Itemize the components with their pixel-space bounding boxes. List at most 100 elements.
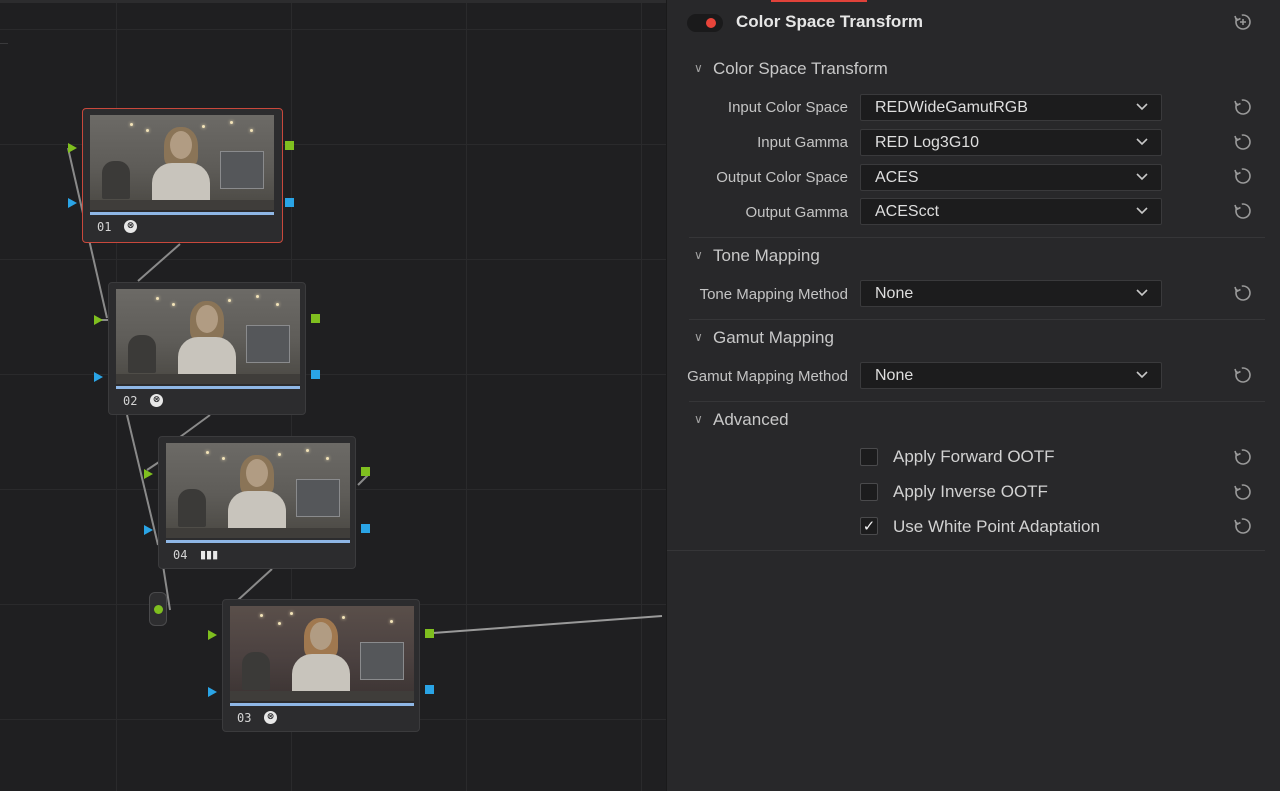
input-color-space-dropdown[interactable]: REDWideGamutRGB xyxy=(860,94,1162,121)
wire-01-02-b xyxy=(137,243,181,282)
section-advanced[interactable]: ∨ Advanced xyxy=(694,410,789,430)
node-progress-bar xyxy=(230,703,414,706)
divider xyxy=(667,550,1265,551)
chevron-down-icon: ∨ xyxy=(694,412,703,426)
node-04-input-key[interactable] xyxy=(144,525,153,535)
wire-02-mixer xyxy=(126,414,159,546)
input-color-space-label: Input Color Space xyxy=(727,99,848,116)
node-thumbnail xyxy=(90,115,274,210)
divider xyxy=(689,237,1265,238)
mixer-node[interactable] xyxy=(149,592,167,626)
reset-all-icon[interactable] xyxy=(1233,12,1253,32)
node-03-output-rgb[interactable] xyxy=(425,629,434,638)
chevron-down-icon xyxy=(1136,289,1148,297)
input-gamma-dropdown[interactable]: RED Log3G10 xyxy=(860,129,1162,156)
node-02[interactable]: 02 ⊗ xyxy=(108,282,306,415)
chevron-down-icon: ∨ xyxy=(694,330,703,344)
aces-icon: ⊗ xyxy=(124,220,137,233)
node-progress-bar xyxy=(90,212,274,215)
node-03[interactable]: 03 ⊗ xyxy=(222,599,420,732)
node-04-input-rgb[interactable] xyxy=(144,469,153,479)
node-thumbnail xyxy=(166,443,350,538)
node-01-input-rgb[interactable] xyxy=(68,143,77,153)
reset-icon[interactable] xyxy=(1233,283,1253,303)
dropdown-value: ACES xyxy=(875,169,919,186)
node-label: 03 xyxy=(237,711,252,725)
active-tab-indicator xyxy=(771,0,867,2)
effect-enable-toggle[interactable] xyxy=(687,14,723,32)
dropdown-value: ACEScct xyxy=(875,203,940,220)
use-white-point-adaptation-label: Use White Point Adaptation xyxy=(893,517,1100,536)
node-thumbnail xyxy=(230,606,414,701)
output-color-space-dropdown[interactable]: ACES xyxy=(860,164,1162,191)
node-01-output-key[interactable] xyxy=(285,198,294,207)
reset-icon[interactable] xyxy=(1233,447,1253,467)
reset-icon[interactable] xyxy=(1233,201,1253,221)
apply-inverse-ootf-label: Apply Inverse OOTF xyxy=(893,482,1048,501)
chevron-down-icon xyxy=(1136,173,1148,181)
apply-inverse-ootf-checkbox[interactable] xyxy=(860,483,878,501)
node-progress-bar xyxy=(166,540,350,543)
node-02-output-key[interactable] xyxy=(311,370,320,379)
use-white-point-adaptation-checkbox[interactable]: ✓ xyxy=(860,517,878,535)
section-label: Color Space Transform xyxy=(713,59,888,78)
dropdown-value: RED Log3G10 xyxy=(875,134,980,151)
chevron-down-icon xyxy=(1136,207,1148,215)
node-01[interactable]: 01 ⊗ xyxy=(82,108,283,243)
node-progress-bar xyxy=(116,386,300,389)
color-space-transform-panel: Color Space Transform ∨ Color Space Trans… xyxy=(666,0,1280,791)
reset-icon[interactable] xyxy=(1233,482,1253,502)
node-label: 04 xyxy=(173,548,188,562)
chevron-down-icon xyxy=(1136,371,1148,379)
node-03-input-key[interactable] xyxy=(208,687,217,697)
node-02-input-key[interactable] xyxy=(94,372,103,382)
gamut-mapping-method-dropdown[interactable]: None xyxy=(860,362,1162,389)
aces-icon: ⊗ xyxy=(150,394,163,407)
tone-mapping-method-label: Tone Mapping Method xyxy=(699,286,848,303)
tone-mapping-method-dropdown[interactable]: None xyxy=(860,280,1162,307)
dropdown-value: None xyxy=(875,367,914,384)
node-label: 01 xyxy=(97,220,112,234)
section-label: Gamut Mapping xyxy=(713,328,834,347)
node-01-output-rgb[interactable] xyxy=(285,141,294,150)
dropdown-value: None xyxy=(875,285,914,302)
toggle-dot xyxy=(706,18,716,28)
node-04-output-rgb[interactable] xyxy=(361,467,370,476)
chevron-down-icon xyxy=(1136,103,1148,111)
wire-03-output xyxy=(432,615,663,634)
reset-icon[interactable] xyxy=(1233,365,1253,385)
node-label: 02 xyxy=(123,394,138,408)
node-02-input-rgb[interactable] xyxy=(94,315,103,325)
aces-icon: ⊗ xyxy=(264,711,277,724)
reset-icon[interactable] xyxy=(1233,97,1253,117)
output-gamma-label: Output Gamma xyxy=(745,204,848,221)
divider xyxy=(689,401,1265,402)
section-color-space-transform[interactable]: ∨ Color Space Transform xyxy=(694,59,888,79)
mixer-input-dot[interactable] xyxy=(154,605,163,614)
output-color-space-label: Output Color Space xyxy=(716,169,848,186)
apply-forward-ootf-checkbox[interactable] xyxy=(860,448,878,466)
section-gamut-mapping[interactable]: ∨ Gamut Mapping xyxy=(694,328,834,348)
input-gamma-label: Input Gamma xyxy=(757,134,848,151)
wire-04-out xyxy=(357,474,369,486)
panel-title: Color Space Transform xyxy=(736,12,924,31)
bars-icon: ▮▮▮ xyxy=(200,548,219,561)
section-label: Advanced xyxy=(713,410,789,429)
node-02-output-rgb[interactable] xyxy=(311,314,320,323)
reset-icon[interactable] xyxy=(1233,132,1253,152)
chevron-down-icon: ∨ xyxy=(694,248,703,262)
reset-icon[interactable] xyxy=(1233,516,1253,536)
section-tone-mapping[interactable]: ∨ Tone Mapping xyxy=(694,246,820,266)
wire-02-04 xyxy=(179,414,211,438)
node-03-input-rgb[interactable] xyxy=(208,630,217,640)
node-04[interactable]: 04 ▮▮▮ xyxy=(158,436,356,569)
section-label: Tone Mapping xyxy=(713,246,820,265)
node-graph[interactable]: 01 ⊗ 02 ⊗ 04 ▮▮▮ 03 ⊗ xyxy=(0,0,666,791)
gamut-mapping-method-label: Gamut Mapping Method xyxy=(687,368,848,385)
reset-icon[interactable] xyxy=(1233,166,1253,186)
node-03-output-key[interactable] xyxy=(425,685,434,694)
checkmark-icon: ✓ xyxy=(862,517,876,535)
output-gamma-dropdown[interactable]: ACEScct xyxy=(860,198,1162,225)
node-04-output-key[interactable] xyxy=(361,524,370,533)
node-01-input-key[interactable] xyxy=(68,198,77,208)
